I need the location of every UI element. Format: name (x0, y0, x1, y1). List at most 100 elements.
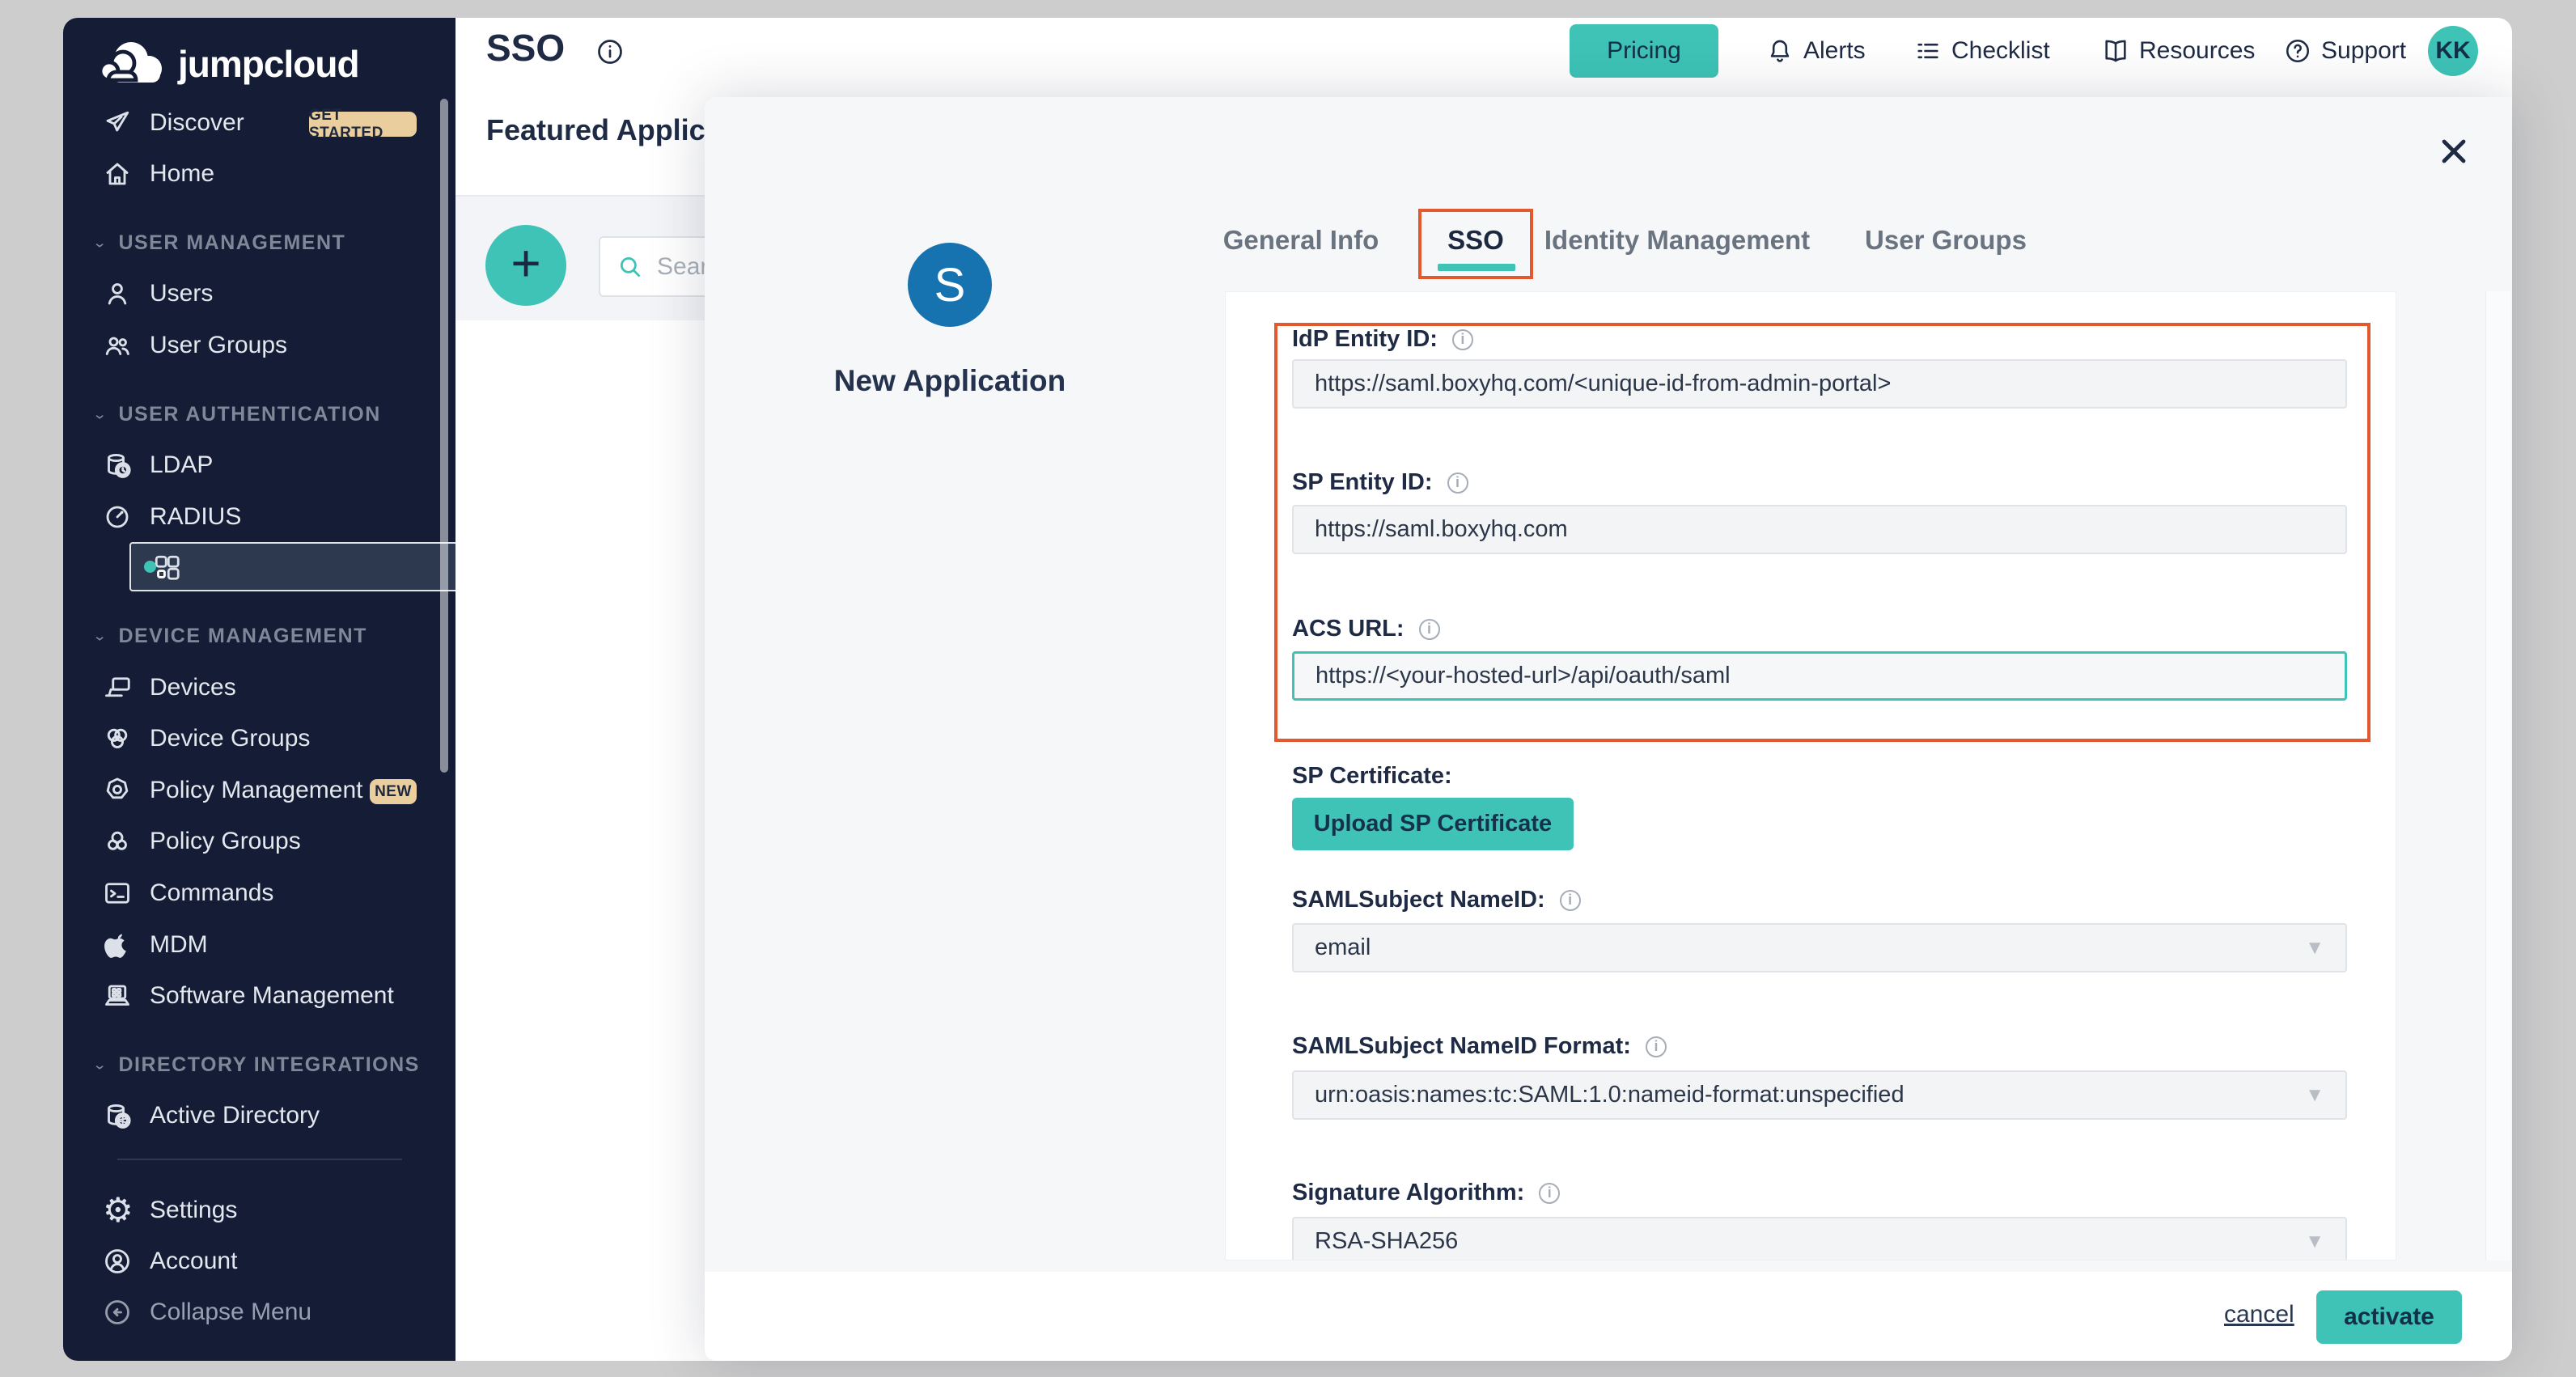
chevron-down-icon: ⌄ (92, 406, 107, 423)
close-icon[interactable] (2439, 137, 2468, 166)
user-icon (103, 279, 132, 308)
sidebar-section-user-authentication[interactable]: ⌄ USER AUTHENTICATION (74, 393, 440, 435)
acs-url-input[interactable]: https://<your-hosted-url>/api/oauth/saml (1292, 651, 2347, 701)
acs-url-label: ACS URL:i (1292, 616, 1440, 642)
sp-entity-id-input[interactable]: https://saml.boxyhq.com (1292, 505, 2347, 554)
signature-algorithm-select[interactable]: RSA-SHA256▼ (1292, 1217, 2347, 1260)
sidebar-item-sso[interactable]: SSO (129, 542, 455, 591)
tab-general-info[interactable]: General Info (1223, 225, 1379, 256)
active-indicator-dot (144, 561, 156, 573)
signature-algorithm-label: Signature Algorithm:i (1292, 1180, 1560, 1206)
saml-subject-nameid-format-select[interactable]: urn:oasis:names:tc:SAML:1.0:nameid-forma… (1292, 1070, 2347, 1120)
info-icon[interactable]: i (1560, 890, 1581, 911)
question-icon (2284, 37, 2311, 65)
cloud-logo-icon (92, 37, 170, 91)
app-window: jumpcloud Discover GET STARTED Home ⌄ US… (0, 0, 2576, 1377)
chevron-down-icon: ⌄ (92, 235, 107, 252)
sidebar-item-user-groups[interactable]: User Groups (74, 320, 440, 371)
sidebar-item-active-directory[interactable]: Active Directory (74, 1090, 440, 1142)
sidebar: jumpcloud Discover GET STARTED Home ⌄ US… (63, 18, 455, 1361)
saml-subject-nameid-label: SAMLSubject NameID:i (1292, 887, 1581, 913)
software-management-icon (103, 981, 132, 1011)
sidebar-section-user-management[interactable]: ⌄ USER MANAGEMENT (74, 222, 440, 264)
sidebar-item-account[interactable]: Account (74, 1235, 440, 1287)
policy-management-icon (103, 776, 132, 805)
plus-icon: + (511, 237, 540, 289)
chevron-down-icon: ⌄ (92, 628, 107, 645)
sidebar-item-settings[interactable]: ⚙ Settings (74, 1184, 440, 1236)
account-icon (103, 1247, 132, 1276)
sidebar-divider (117, 1159, 402, 1160)
sidebar-item-radius[interactable]: RADIUS (74, 491, 440, 543)
radius-gauge-icon (103, 502, 132, 532)
sidebar-section-directory-integrations[interactable]: ⌄ DIRECTORY INTEGRATIONS (74, 1044, 440, 1086)
sidebar-scrollbar-thumb[interactable] (440, 99, 448, 773)
ldap-database-icon (103, 451, 132, 480)
sidebar-item-devices[interactable]: Devices (74, 662, 440, 714)
sso-form-panel: IdP Entity ID:i https://saml.boxyhq.com/… (1225, 291, 2396, 1260)
sidebar-item-mdm[interactable]: MDM (74, 919, 440, 971)
sp-certificate-label: SP Certificate: (1292, 763, 1452, 790)
checklist-icon (1914, 37, 1942, 65)
sidebar-item-users[interactable]: Users (74, 268, 440, 320)
support-button[interactable]: Support (2284, 23, 2406, 79)
cancel-button[interactable]: cancel (2224, 1301, 2294, 1328)
sidebar-item-device-groups[interactable]: Device Groups (74, 713, 440, 765)
get-started-badge: GET STARTED (309, 112, 417, 137)
apple-icon (103, 930, 132, 960)
sidebar-item-collapse-menu[interactable]: Collapse Menu (74, 1286, 440, 1338)
chevron-down-icon: ⌄ (92, 1057, 107, 1074)
app-initial-badge: S (908, 243, 992, 327)
resources-button[interactable]: Resources (2102, 23, 2255, 79)
new-application-modal: S New Application General Info SSO Ident… (705, 97, 2512, 1361)
tab-identity-management[interactable]: Identity Management (1544, 225, 1810, 256)
idp-entity-id-input[interactable]: https://saml.boxyhq.com/<unique-id-from-… (1292, 359, 2347, 409)
add-application-button[interactable]: + (485, 225, 566, 306)
info-icon[interactable]: i (1452, 329, 1473, 350)
user-group-icon (103, 331, 132, 360)
sidebar-item-ldap[interactable]: LDAP (74, 439, 440, 491)
sp-entity-id-label: SP Entity ID:i (1292, 469, 1468, 496)
book-icon (2102, 37, 2129, 65)
sidebar-section-device-management[interactable]: ⌄ DEVICE MANAGEMENT (74, 615, 440, 657)
page-title: SSO (486, 26, 565, 70)
form-scrollbar-track[interactable] (2485, 291, 2510, 1260)
caret-down-icon: ▼ (2305, 1231, 2324, 1253)
info-icon[interactable]: i (1447, 472, 1468, 494)
rocket-icon (103, 108, 132, 138)
new-badge: NEW (370, 779, 417, 804)
terminal-icon (103, 879, 132, 908)
caret-down-icon: ▼ (2305, 937, 2324, 960)
alerts-button[interactable]: Alerts (1766, 23, 1866, 79)
info-icon[interactable]: i (1539, 1183, 1560, 1204)
tab-user-groups[interactable]: User Groups (1865, 225, 2027, 256)
sidebar-item-policy-groups[interactable]: Policy Groups (74, 816, 440, 867)
sso-grid-icon (152, 553, 181, 582)
sidebar-item-home[interactable]: Home (74, 148, 440, 200)
saml-subject-nameid-select[interactable]: email▼ (1292, 923, 2347, 972)
jumpcloud-logo[interactable]: jumpcloud (92, 37, 359, 91)
logo-wordmark: jumpcloud (178, 42, 359, 86)
upload-sp-certificate-button[interactable]: Upload SP Certificate (1292, 798, 1574, 850)
pricing-button[interactable]: Pricing (1570, 24, 1718, 78)
bell-icon (1766, 37, 1794, 65)
idp-entity-id-label: IdP Entity ID:i (1292, 326, 1473, 353)
info-icon[interactable]: i (1419, 619, 1440, 640)
sidebar-item-software-management[interactable]: Software Management (74, 970, 440, 1022)
caret-down-icon: ▼ (2305, 1084, 2324, 1107)
sso-tab-annotation-box (1418, 209, 1533, 279)
sidebar-item-commands[interactable]: Commands (74, 867, 440, 919)
search-icon (616, 253, 644, 281)
app-name: New Application (752, 364, 1148, 398)
activate-button[interactable]: activate (2316, 1290, 2462, 1344)
devices-icon (103, 673, 132, 702)
avatar[interactable]: KK (2428, 26, 2478, 76)
checklist-button[interactable]: Checklist (1914, 23, 2050, 79)
collapse-arrow-icon (103, 1298, 132, 1327)
info-icon[interactable]: i (1646, 1036, 1667, 1057)
active-directory-icon (103, 1101, 132, 1130)
info-icon[interactable] (595, 37, 625, 66)
device-groups-icon (103, 724, 132, 753)
saml-subject-nameid-format-label: SAMLSubject NameID Format:i (1292, 1033, 1667, 1060)
gear-icon: ⚙ (103, 1196, 132, 1225)
